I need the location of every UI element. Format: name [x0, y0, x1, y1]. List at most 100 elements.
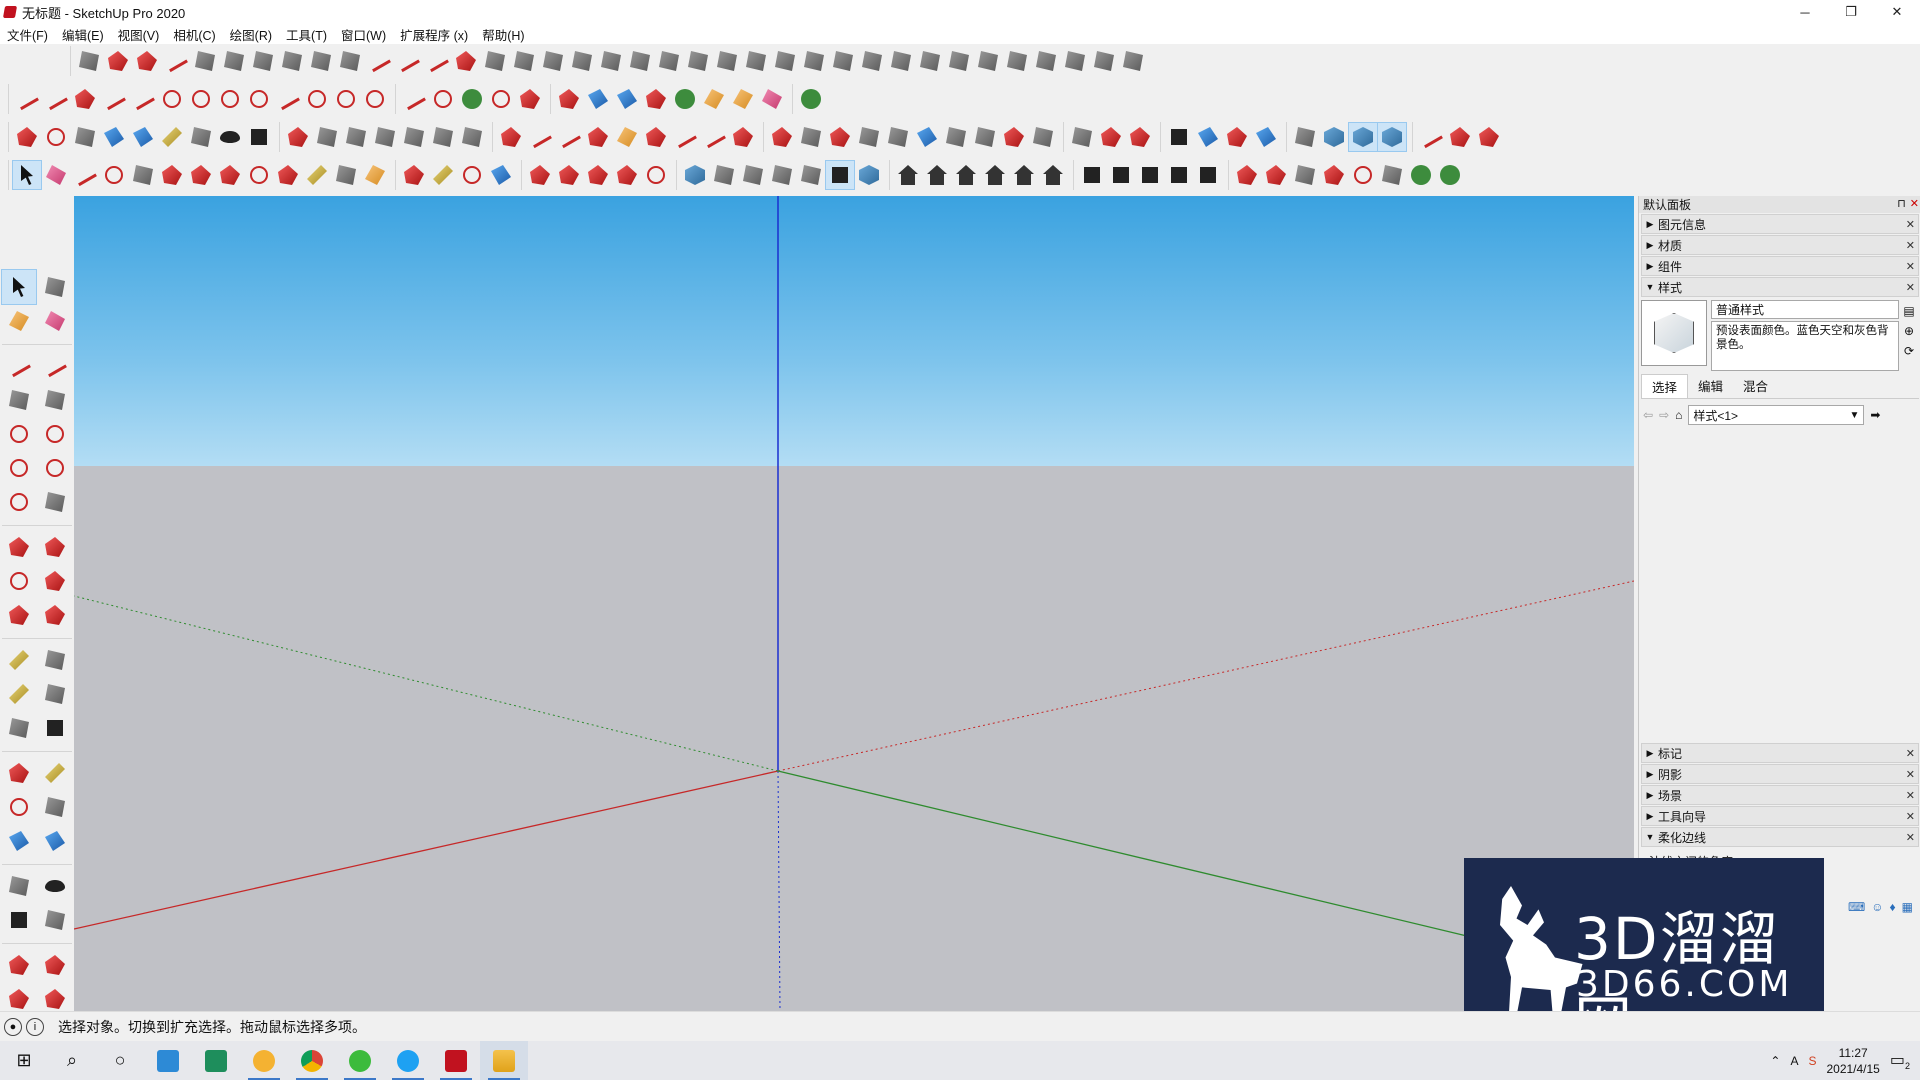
solid-plugin-button[interactable]: [826, 123, 854, 151]
plugin-tool-button[interactable]: [481, 47, 509, 75]
start-button[interactable]: ⊞: [0, 1041, 48, 1080]
scale-button[interactable]: [274, 161, 302, 189]
top-view-button[interactable]: [923, 161, 951, 189]
style-description-field[interactable]: 预设表面颜色。蓝色天空和灰色背景色。: [1711, 321, 1899, 371]
render-plugin-button[interactable]: [1097, 123, 1125, 151]
tray-scenes[interactable]: ▶ 场景 ✕: [1641, 785, 1919, 805]
view-plugin-button[interactable]: [1291, 123, 1319, 151]
warehouse-button[interactable]: [2, 948, 36, 982]
tray-tags[interactable]: ▶ 标记 ✕: [1641, 743, 1919, 763]
menu-help[interactable]: 帮助(H): [475, 25, 531, 44]
look-around-button[interactable]: [38, 869, 72, 903]
right-view-button[interactable]: [981, 161, 1009, 189]
view-plugin-button[interactable]: [1320, 123, 1348, 151]
zoom-window-button[interactable]: [38, 790, 72, 824]
solid-plugin-button[interactable]: [913, 123, 941, 151]
polygon-tool-button[interactable]: [38, 417, 72, 451]
section-tool-button[interactable]: [284, 123, 312, 151]
zoom-button[interactable]: [458, 161, 486, 189]
solid-plugin-button[interactable]: [884, 123, 912, 151]
curve-tool-button[interactable]: [100, 85, 128, 113]
push-plugin-button[interactable]: [642, 85, 670, 113]
previous-view-button[interactable]: [129, 123, 157, 151]
extra-button[interactable]: [1262, 161, 1290, 189]
tray-entity-info[interactable]: ▶ 图元信息 ✕: [1641, 214, 1919, 234]
orbit-button[interactable]: [2, 756, 36, 790]
account-button[interactable]: [642, 161, 670, 189]
plugin-tool-button[interactable]: [278, 47, 306, 75]
style-thumbnail[interactable]: [1641, 300, 1707, 366]
tray-styles[interactable]: ▼ 样式 ✕: [1641, 277, 1919, 297]
plugin-tool-button[interactable]: [539, 47, 567, 75]
style-collection-select[interactable]: 样式<1> ▼: [1688, 405, 1865, 425]
plugin-tool-button[interactable]: [771, 47, 799, 75]
plugin-tool-button[interactable]: [684, 47, 712, 75]
solid-plugin-button[interactable]: [797, 123, 825, 151]
keyboard-icon[interactable]: ⌨: [1848, 900, 1865, 914]
extra-button[interactable]: [1407, 161, 1435, 189]
plugin-tool-button[interactable]: [1003, 47, 1031, 75]
trim-button[interactable]: [1194, 161, 1222, 189]
taskbar-app[interactable]: [288, 1041, 336, 1080]
push-plugin-button[interactable]: [758, 85, 786, 113]
create-style-icon[interactable]: ⊕: [1904, 324, 1914, 338]
taskbar-app[interactable]: [192, 1041, 240, 1080]
walk-button[interactable]: [2, 903, 36, 937]
edit-plugin-button[interactable]: [526, 123, 554, 151]
zoom-button[interactable]: [42, 123, 70, 151]
tab-select[interactable]: 选择: [1641, 374, 1689, 398]
move-button[interactable]: [2, 530, 36, 564]
menu-file[interactable]: 文件(F): [0, 25, 55, 44]
back-edges-button[interactable]: [710, 161, 738, 189]
curve-tool-button[interactable]: [158, 85, 186, 113]
close-button[interactable]: ✕: [1874, 0, 1920, 24]
plugin-tool-button[interactable]: [829, 47, 857, 75]
edit-plugin-button[interactable]: [642, 123, 670, 151]
wireframe-button[interactable]: [739, 161, 767, 189]
extra-button[interactable]: [1436, 161, 1464, 189]
share-model-button[interactable]: [38, 948, 72, 982]
save-style-icon[interactable]: ▤: [1903, 304, 1914, 318]
tape-measure-button[interactable]: [303, 161, 331, 189]
style-name-field[interactable]: 普通样式: [1711, 300, 1899, 319]
render-plugin-button[interactable]: [1126, 123, 1154, 151]
layer-plugin-button[interactable]: [1165, 123, 1193, 151]
plugin-tool-button[interactable]: [510, 47, 538, 75]
task-view-button[interactable]: ○: [96, 1041, 144, 1080]
edit-plugin-button[interactable]: [671, 123, 699, 151]
layer-plugin-button[interactable]: [1252, 123, 1280, 151]
view-plugin-button-active[interactable]: [1348, 122, 1378, 152]
user-icon[interactable]: ☺: [1871, 900, 1883, 914]
tray-materials[interactable]: ▶ 材质 ✕: [1641, 235, 1919, 255]
plugin-tool-button[interactable]: [800, 47, 828, 75]
pin-icon[interactable]: ⊓: [1897, 197, 1906, 210]
solid-plugin-button[interactable]: [1029, 123, 1057, 151]
curve-tool-button[interactable]: [332, 85, 360, 113]
select-tool-button[interactable]: [12, 160, 42, 190]
render-plugin-button[interactable]: [1068, 123, 1096, 151]
tray-shadows[interactable]: ▶ 阴影 ✕: [1641, 764, 1919, 784]
subtract-button[interactable]: [1165, 161, 1193, 189]
eraser-button[interactable]: [42, 161, 70, 189]
menu-draw[interactable]: 绘图(R): [223, 25, 279, 44]
line-tool-button[interactable]: [2, 349, 36, 383]
push-plugin-button[interactable]: [671, 85, 699, 113]
position-camera-button[interactable]: [2, 869, 36, 903]
select-tool-button[interactable]: [1, 269, 37, 305]
pan-button[interactable]: [158, 123, 186, 151]
solid-plugin-button[interactable]: [1000, 123, 1028, 151]
follow-me-button[interactable]: [38, 564, 72, 598]
taskbar-sketchup[interactable]: [432, 1041, 480, 1080]
solid-plugin-button[interactable]: [942, 123, 970, 151]
close-icon[interactable]: ✕: [1906, 831, 1915, 844]
curve-tool-button[interactable]: [42, 85, 70, 113]
curve-tool-button[interactable]: [71, 85, 99, 113]
walk-button[interactable]: [245, 123, 273, 151]
curve-tool-button[interactable]: [303, 85, 331, 113]
push-plugin-button[interactable]: [729, 85, 757, 113]
dimension-button[interactable]: [38, 643, 72, 677]
plugin-tool-button[interactable]: [307, 47, 335, 75]
plugin-tool-button[interactable]: [133, 47, 161, 75]
view-plugin-button-active[interactable]: [1377, 122, 1407, 152]
menu-view[interactable]: 视图(V): [111, 25, 167, 44]
